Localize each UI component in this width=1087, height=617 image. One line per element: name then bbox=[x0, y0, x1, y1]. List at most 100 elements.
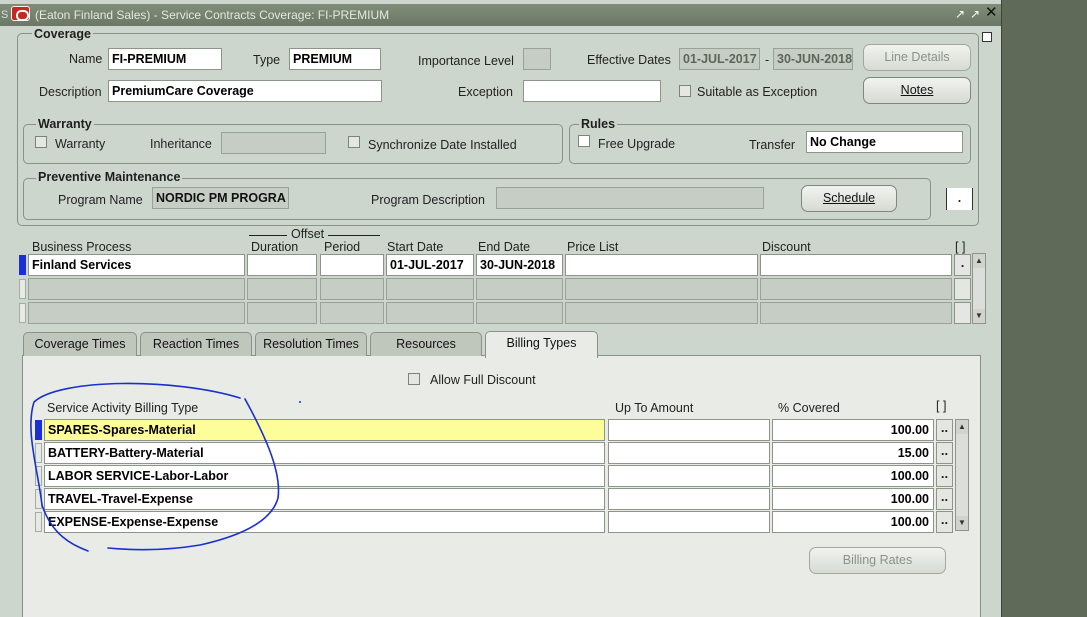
up-to-amount-cell[interactable] bbox=[608, 442, 770, 464]
schedule-button[interactable]: Schedule bbox=[801, 185, 897, 212]
effective-start-field[interactable]: 01-JUL-2017 bbox=[679, 48, 760, 70]
billing-row-indicator[interactable] bbox=[35, 489, 42, 509]
process-cell-end-date[interactable] bbox=[476, 302, 563, 324]
process-row-indicator[interactable] bbox=[19, 303, 26, 323]
suitable-as-exception-checkbox[interactable] bbox=[679, 85, 691, 97]
pct-covered-cell[interactable]: 100.00 bbox=[772, 465, 934, 487]
process-cell-start-date[interactable] bbox=[386, 302, 474, 324]
process-cell-period[interactable] bbox=[320, 278, 384, 300]
process-row-more-button[interactable] bbox=[954, 278, 971, 300]
pct-covered-cell[interactable]: 100.00 bbox=[772, 488, 934, 510]
billing-row-indicator[interactable] bbox=[35, 420, 42, 440]
process-cell-duration[interactable] bbox=[247, 302, 317, 324]
tab-reaction-times[interactable]: Reaction Times bbox=[140, 332, 252, 356]
scroll-down-icon[interactable]: ▼ bbox=[973, 309, 985, 323]
billing-type-cell[interactable]: LABOR SERVICE-Labor-Labor bbox=[44, 465, 605, 487]
process-cell-discount[interactable] bbox=[760, 278, 952, 300]
effective-end-field[interactable]: 30-JUN-2018 bbox=[773, 48, 853, 70]
process-cell-discount[interactable] bbox=[760, 254, 952, 276]
process-cell-start-date[interactable]: 01-JUL-2017 bbox=[386, 254, 474, 276]
pct-covered-cell[interactable]: 100.00 bbox=[772, 419, 934, 441]
description-field[interactable]: PremiumCare Coverage bbox=[108, 80, 382, 102]
free-upgrade-checkbox[interactable] bbox=[578, 135, 590, 147]
billing-row-indicator[interactable] bbox=[35, 512, 42, 532]
rules-group-title: Rules bbox=[579, 117, 618, 131]
process-cell-price-list[interactable] bbox=[565, 302, 758, 324]
billing-type-cell[interactable]: TRAVEL-Travel-Expense bbox=[44, 488, 605, 510]
minimize-icon[interactable]: ↗ bbox=[955, 7, 965, 21]
process-cell-discount[interactable] bbox=[760, 302, 952, 324]
window-status-indicator bbox=[982, 32, 992, 42]
process-cell-price-list[interactable] bbox=[565, 254, 758, 276]
transfer-field[interactable]: No Change bbox=[806, 131, 963, 153]
tab-coverage-times[interactable]: Coverage Times bbox=[23, 332, 137, 356]
billing-row-more-button[interactable]: .. bbox=[936, 488, 953, 510]
billing-scroll-down-icon[interactable]: ▼ bbox=[956, 516, 968, 530]
allow-full-discount-checkbox[interactable] bbox=[408, 373, 420, 385]
up-to-amount-cell[interactable] bbox=[608, 488, 770, 510]
process-cell-period[interactable] bbox=[320, 302, 384, 324]
process-row-indicator[interactable] bbox=[19, 279, 26, 299]
process-cell-business-process[interactable]: Finland Services bbox=[28, 254, 245, 276]
pct-covered-cell[interactable]: 15.00 bbox=[772, 442, 934, 464]
process-cell-business-process[interactable] bbox=[28, 302, 245, 324]
billing-row-indicator[interactable] bbox=[35, 466, 42, 486]
program-name-field[interactable]: NORDIC PM PROGRA bbox=[152, 187, 289, 209]
type-label: Type bbox=[253, 53, 281, 67]
tab-billing-types[interactable]: Billing Types bbox=[485, 331, 598, 358]
synchronize-date-checkbox[interactable] bbox=[348, 136, 360, 148]
program-description-field[interactable] bbox=[496, 187, 764, 209]
inheritance-field[interactable] bbox=[221, 132, 326, 154]
billing-row-more-button[interactable]: .. bbox=[936, 442, 953, 464]
process-cell-duration[interactable] bbox=[247, 278, 317, 300]
tab-resources[interactable]: Resources bbox=[370, 332, 482, 356]
process-cell-period[interactable] bbox=[320, 254, 384, 276]
scroll-up-icon[interactable]: ▲ bbox=[973, 254, 985, 268]
warranty-checkbox[interactable] bbox=[35, 136, 47, 148]
pm-more-button[interactable]: . bbox=[946, 188, 973, 210]
process-cell-price-list[interactable] bbox=[565, 278, 758, 300]
process-row-indicator[interactable] bbox=[19, 255, 26, 275]
billing-type-cell[interactable]: EXPENSE-Expense-Expense bbox=[44, 511, 605, 533]
line-details-button[interactable]: Line Details bbox=[863, 44, 971, 71]
billing-rates-button[interactable]: Billing Rates bbox=[809, 547, 946, 574]
process-cell-end-date[interactable] bbox=[476, 278, 563, 300]
maximize-icon[interactable]: ↗ bbox=[970, 7, 980, 21]
importance-level-field[interactable] bbox=[523, 48, 551, 70]
tab-resolution-times[interactable]: Resolution Times bbox=[255, 332, 367, 356]
exception-field[interactable] bbox=[523, 80, 661, 102]
process-row-more-button[interactable]: . bbox=[954, 254, 971, 276]
billing-row-indicator[interactable] bbox=[35, 443, 42, 463]
billing-type-header: Service Activity Billing Type bbox=[47, 401, 199, 415]
process-row-more-button[interactable] bbox=[954, 302, 971, 324]
process-scrollbar[interactable]: ▲ ▼ bbox=[972, 253, 986, 324]
left-window-edge: S bbox=[1, 9, 9, 21]
billing-type-cell[interactable]: BATTERY-Battery-Material bbox=[44, 442, 605, 464]
discount-header: Discount bbox=[762, 240, 811, 254]
billing-scrollbar[interactable]: ▲ ▼ bbox=[955, 419, 969, 531]
process-cell-duration[interactable] bbox=[247, 254, 317, 276]
process-folder-icon[interactable]: [ ] bbox=[955, 240, 965, 254]
name-field[interactable]: FI-PREMIUM bbox=[108, 48, 222, 70]
billing-row-more-button[interactable]: .. bbox=[936, 511, 953, 533]
transfer-label: Transfer bbox=[749, 138, 796, 152]
billing-type-cell[interactable]: SPARES-Spares-Material bbox=[44, 419, 605, 441]
up-to-amount-cell[interactable] bbox=[608, 419, 770, 441]
billing-row-more-button[interactable]: .. bbox=[936, 419, 953, 441]
up-to-amount-cell[interactable] bbox=[608, 511, 770, 533]
oracle-app-icon bbox=[11, 6, 30, 21]
process-cell-business-process[interactable] bbox=[28, 278, 245, 300]
close-icon[interactable]: ✕ bbox=[985, 5, 998, 21]
process-cell-end-date[interactable]: 30-JUN-2018 bbox=[476, 254, 563, 276]
billing-folder-icon[interactable]: [ ] bbox=[936, 399, 946, 413]
type-field[interactable]: PREMIUM bbox=[289, 48, 381, 70]
billing-scroll-up-icon[interactable]: ▲ bbox=[956, 420, 968, 434]
up-to-amount-cell[interactable] bbox=[608, 465, 770, 487]
process-cell-start-date[interactable] bbox=[386, 278, 474, 300]
notes-button[interactable]: Notes bbox=[863, 77, 971, 104]
coverage-group-title: Coverage bbox=[32, 27, 93, 41]
pct-covered-cell[interactable]: 100.00 bbox=[772, 511, 934, 533]
billing-row-more-button[interactable]: .. bbox=[936, 465, 953, 487]
name-label: Name bbox=[69, 52, 103, 66]
offset-header: Offset bbox=[291, 227, 325, 241]
